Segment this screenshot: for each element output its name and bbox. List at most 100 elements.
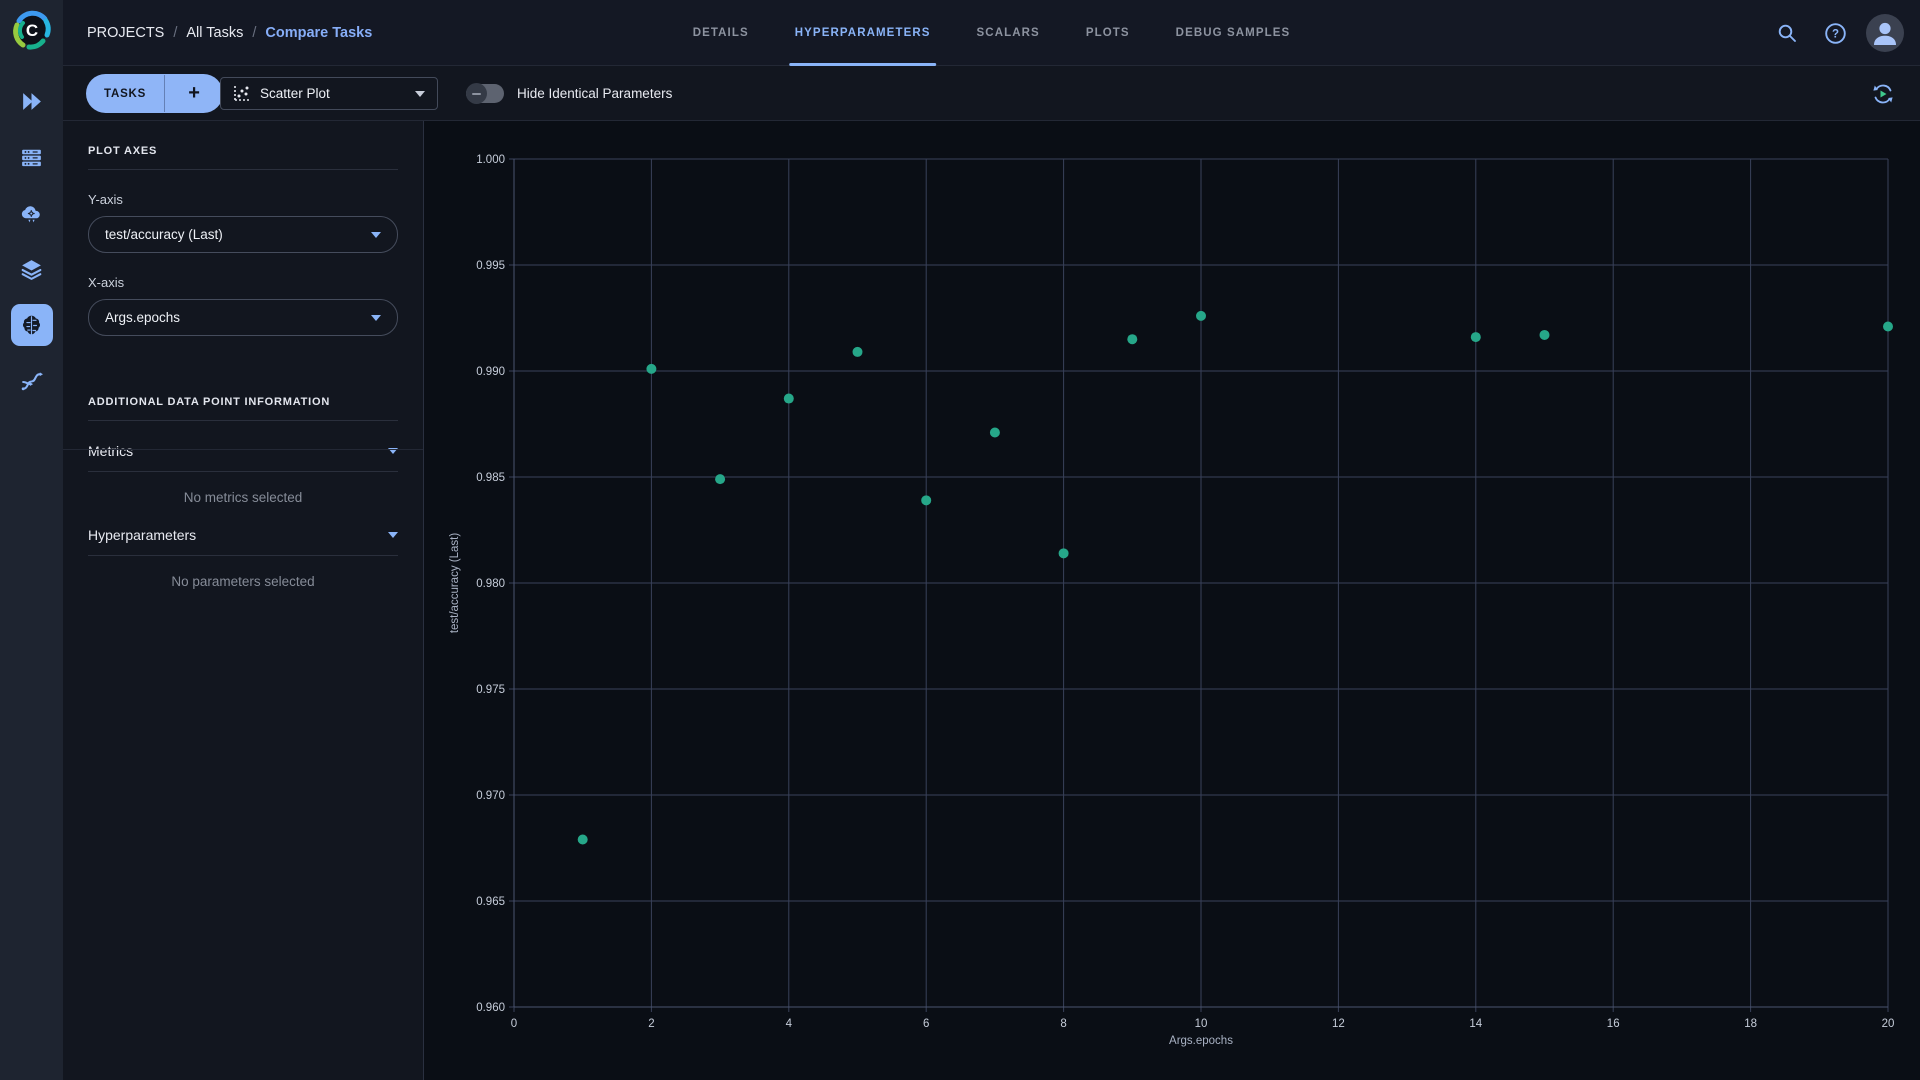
add-task-button[interactable]: +	[164, 75, 223, 112]
y-axis-title: test/accuracy (Last)	[449, 533, 461, 634]
sidebar-item-pipelines[interactable]	[11, 360, 53, 402]
cloud-gear-icon	[19, 201, 44, 226]
help-button[interactable]: ?	[1818, 16, 1852, 50]
data-point[interactable]	[990, 427, 1000, 437]
auto-refresh-icon	[1870, 81, 1896, 107]
data-point[interactable]	[1196, 311, 1206, 321]
x-axis-value: Args.epochs	[105, 310, 371, 325]
breadcrumb: PROJECTS/All Tasks/Compare Tasks	[87, 0, 372, 66]
tab-details[interactable]: DETAILS	[693, 0, 749, 66]
y-axis-select[interactable]: test/accuracy (Last)	[88, 216, 398, 253]
x-tick-label: 6	[923, 1018, 929, 1030]
user-icon	[1866, 14, 1904, 52]
x-tick-label: 0	[511, 1018, 517, 1030]
chevron-down-icon	[388, 532, 398, 538]
x-tick-label: 18	[1744, 1018, 1757, 1030]
tasks-button[interactable]: TASKS	[86, 88, 164, 100]
divider	[63, 449, 423, 450]
scatter-plot[interactable]: 024681012141618201.0000.9950.9900.9850.9…	[424, 121, 1920, 1080]
tab-debug-samples[interactable]: DEBUG SAMPLES	[1176, 0, 1291, 66]
tab-bar: DETAILS HYPERPARAMETERS SCALARS PLOTS DEBUG …	[693, 0, 1291, 66]
layers-icon	[19, 257, 44, 282]
hyperparameters-label: Hyperparameters	[88, 527, 388, 543]
plot-axes-title: PLOT AXES	[88, 145, 398, 157]
svg-text:C: C	[25, 21, 37, 40]
x-axis-select[interactable]: Args.epochs	[88, 299, 398, 336]
data-point[interactable]	[784, 394, 794, 404]
x-axis-label: X-axis	[88, 275, 398, 290]
sidebar-item-datasets[interactable]	[11, 248, 53, 290]
plot-type-select[interactable]: Scatter Plot	[220, 77, 438, 110]
data-point[interactable]	[1883, 321, 1893, 331]
tab-plots[interactable]: PLOTS	[1086, 0, 1130, 66]
help-icon: ?	[1824, 22, 1847, 45]
hide-identical-group: Hide Identical Parameters	[466, 66, 672, 121]
divider	[88, 420, 398, 421]
svg-text:?: ?	[1831, 28, 1838, 40]
data-point[interactable]	[646, 364, 656, 374]
search-icon	[1776, 22, 1798, 44]
breadcrumb-item[interactable]: PROJECTS	[87, 25, 164, 41]
metrics-empty-note: No metrics selected	[88, 490, 398, 505]
search-button[interactable]	[1770, 16, 1804, 50]
y-tick-label: 0.985	[476, 472, 505, 484]
sidebar-item-applications[interactable]	[11, 192, 53, 234]
data-point[interactable]	[853, 347, 863, 357]
plot-type-value: Scatter Plot	[260, 86, 405, 101]
data-point[interactable]	[1127, 334, 1137, 344]
top-bar: PROJECTS/All Tasks/Compare Tasks DETAILS…	[63, 0, 1920, 66]
y-tick-label: 1.000	[476, 154, 505, 166]
y-tick-label: 0.970	[476, 790, 505, 802]
x-tick-label: 10	[1195, 1018, 1208, 1030]
hide-identical-label: Hide Identical Parameters	[517, 86, 672, 101]
data-point[interactable]	[715, 474, 725, 484]
y-tick-label: 0.975	[476, 684, 505, 696]
y-tick-label: 0.995	[476, 260, 505, 272]
x-tick-label: 4	[786, 1018, 793, 1030]
hyperparameters-empty-note: No parameters selected	[88, 574, 398, 589]
clearml-logo-icon: C	[9, 7, 55, 53]
x-tick-label: 14	[1469, 1018, 1482, 1030]
metrics-collapse[interactable]: Metrics	[88, 443, 398, 459]
double-chevron-right-icon	[19, 89, 44, 114]
hide-identical-toggle[interactable]	[466, 84, 504, 103]
x-tick-label: 20	[1882, 1018, 1895, 1030]
clearml-logo[interactable]: C	[0, 0, 63, 60]
tasks-selector[interactable]: TASKS +	[86, 74, 223, 113]
chevron-down-icon	[415, 91, 425, 97]
pipelines-icon	[19, 369, 44, 394]
data-point[interactable]	[578, 835, 588, 845]
sidebar-item-dashboard[interactable]	[11, 80, 53, 122]
x-tick-label: 8	[1060, 1018, 1066, 1030]
toolbar: TASKS + Scatter Plot Hide Identical Para…	[63, 66, 1920, 121]
user-avatar[interactable]	[1866, 14, 1904, 52]
scatter-plot-svg[interactable]: 024681012141618201.0000.9950.9900.9850.9…	[424, 121, 1920, 1080]
metrics-label: Metrics	[88, 443, 388, 459]
y-tick-label: 0.980	[476, 578, 505, 590]
data-point[interactable]	[1059, 548, 1069, 558]
tab-hyperparameters[interactable]: HYPERPARAMETERS	[795, 0, 931, 66]
sidebar-item-queues[interactable]	[11, 136, 53, 178]
plot-settings-panel: PLOT AXES Y-axis test/accuracy (Last) X-…	[63, 121, 424, 1080]
breadcrumb-item[interactable]: All Tasks	[186, 25, 243, 41]
sidebar-item-experiments[interactable]	[11, 304, 53, 346]
y-axis-value: test/accuracy (Last)	[105, 227, 371, 242]
toggle-knob	[466, 83, 487, 104]
chevron-down-icon	[371, 232, 381, 238]
breadcrumb-item[interactable]: Compare Tasks	[265, 25, 372, 41]
topbar-actions: ?	[1770, 0, 1904, 66]
tab-scalars[interactable]: SCALARS	[977, 0, 1040, 66]
divider	[88, 555, 398, 556]
data-point[interactable]	[1540, 330, 1550, 340]
divider	[88, 169, 398, 170]
x-tick-label: 16	[1607, 1018, 1620, 1030]
nav-rail: C	[0, 0, 63, 1080]
auto-refresh-button[interactable]	[1866, 77, 1900, 111]
x-tick-label: 2	[648, 1018, 654, 1030]
y-axis-label: Y-axis	[88, 192, 398, 207]
data-point[interactable]	[1471, 332, 1481, 342]
data-point[interactable]	[921, 495, 931, 505]
y-tick-label: 0.960	[476, 1002, 505, 1014]
hyperparameters-collapse[interactable]: Hyperparameters	[88, 527, 398, 543]
x-tick-label: 12	[1332, 1018, 1345, 1030]
